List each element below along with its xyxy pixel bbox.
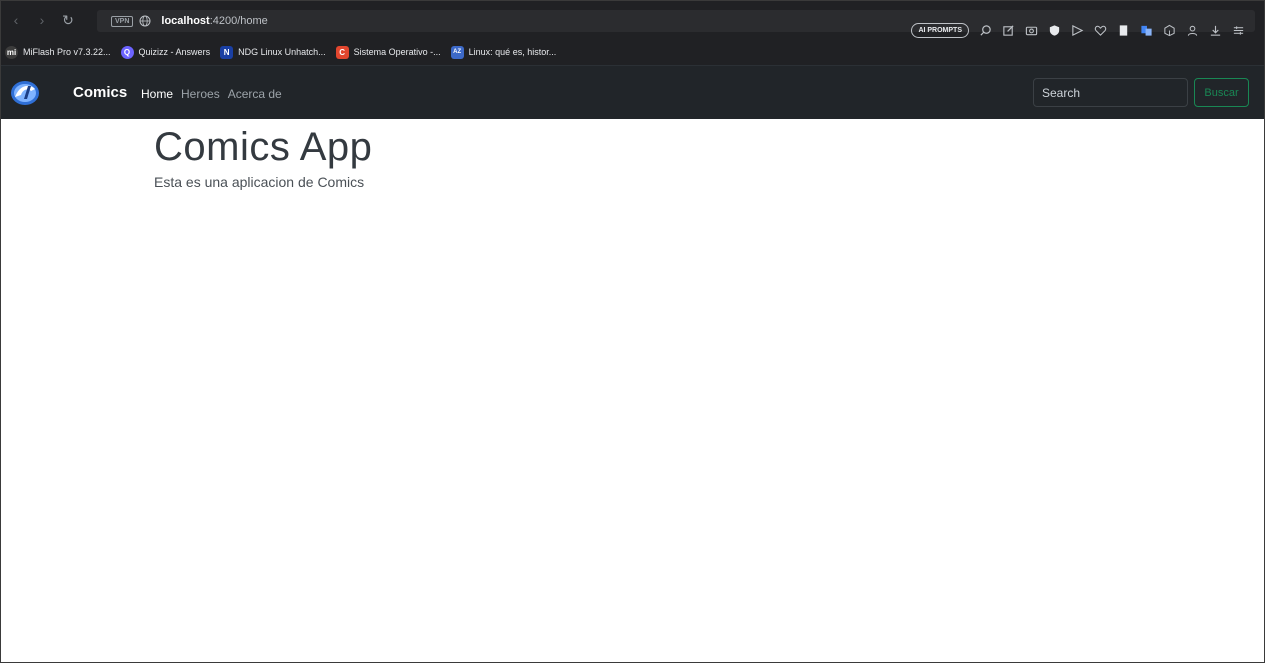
bookmark-ndg-linux[interactable]: N NDG Linux Unhatch...: [220, 45, 326, 59]
miflash-icon: mi: [5, 45, 18, 59]
download-icon[interactable]: [1208, 23, 1222, 37]
send-icon[interactable]: [1070, 23, 1084, 37]
search-input[interactable]: [1033, 78, 1188, 107]
forward-icon[interactable]: ›: [31, 9, 53, 31]
bookmark-miflash[interactable]: mi MiFlash Pro v7.3.22...: [5, 45, 111, 59]
heart-icon[interactable]: [1093, 23, 1107, 37]
ndg-icon: N: [220, 45, 234, 59]
address-tools: AI PROMPTS: [911, 21, 1245, 39]
nav-link-acerca-de[interactable]: Acerca de: [228, 87, 282, 101]
bookmark-label: MiFlash Pro v7.3.22...: [23, 47, 111, 57]
ai-prompts-button[interactable]: AI PROMPTS: [911, 22, 969, 38]
bookmark-linux[interactable]: AZ Linux: qué es, histor...: [450, 45, 557, 59]
bookmark-label: Sistema Operativo -...: [353, 47, 441, 57]
shield-icon[interactable]: [1047, 23, 1061, 37]
nav-link-heroes[interactable]: Heroes: [181, 87, 220, 101]
notes-icon[interactable]: [1116, 23, 1130, 37]
search-icon[interactable]: [978, 23, 992, 37]
nav-links: Home Heroes Acerca de: [141, 87, 282, 101]
bookmark-sistema-operativo[interactable]: C Sistema Operativo -...: [335, 45, 441, 59]
page-title: Comics App: [154, 125, 373, 169]
page-subtitle: Esta es una aplicacion de Comics: [154, 174, 365, 190]
extension-icon[interactable]: [1162, 23, 1176, 37]
vpn-badge[interactable]: VPN: [111, 15, 134, 27]
camera-icon[interactable]: [1024, 23, 1038, 37]
bookmark-label: Linux: qué es, histor...: [468, 47, 557, 57]
profile-icon[interactable]: [1185, 23, 1199, 37]
bookmark-quizizz[interactable]: Q Quizizz - Answers: [120, 45, 211, 59]
navbar-brand[interactable]: Comics: [73, 84, 127, 101]
bookmark-label: NDG Linux Unhatch...: [238, 47, 326, 57]
search-button[interactable]: Buscar: [1194, 78, 1249, 107]
linux-article-icon: AZ: [450, 45, 464, 59]
quizizz-icon: Q: [120, 45, 134, 59]
browser-window: ‹ › ↻ VPN localhost:4200/home AI PROMPTS: [0, 0, 1265, 663]
url-text[interactable]: localhost:4200/home: [161, 15, 267, 27]
bookmarks-bar: mi MiFlash Pro v7.3.22... Q Quizizz - An…: [1, 39, 1264, 65]
main-content: Comics App Esta es una aplicacion de Com…: [154, 125, 372, 190]
translate-icon[interactable]: [1139, 23, 1153, 37]
settings-sliders-icon[interactable]: [1231, 23, 1245, 37]
globe-icon: [139, 15, 151, 27]
back-icon[interactable]: ‹: [5, 9, 27, 31]
address-bar[interactable]: VPN localhost:4200/home AI PROMPTS: [97, 10, 1255, 38]
bookmark-label: Quizizz - Answers: [138, 47, 211, 57]
browser-toolbar: ‹ › ↻ VPN localhost:4200/home AI PROMPTS: [1, 1, 1264, 39]
app-navbar: Comics Home Heroes Acerca de Buscar: [1, 65, 1264, 119]
url-path: :4200/home: [209, 15, 268, 27]
edit-icon[interactable]: [1001, 23, 1015, 37]
reload-icon[interactable]: ↻: [57, 9, 79, 31]
nav-link-home[interactable]: Home: [141, 87, 173, 101]
url-host: localhost: [161, 15, 210, 27]
app-logo-icon[interactable]: [10, 79, 40, 107]
sistema-operativo-icon: C: [335, 45, 349, 59]
